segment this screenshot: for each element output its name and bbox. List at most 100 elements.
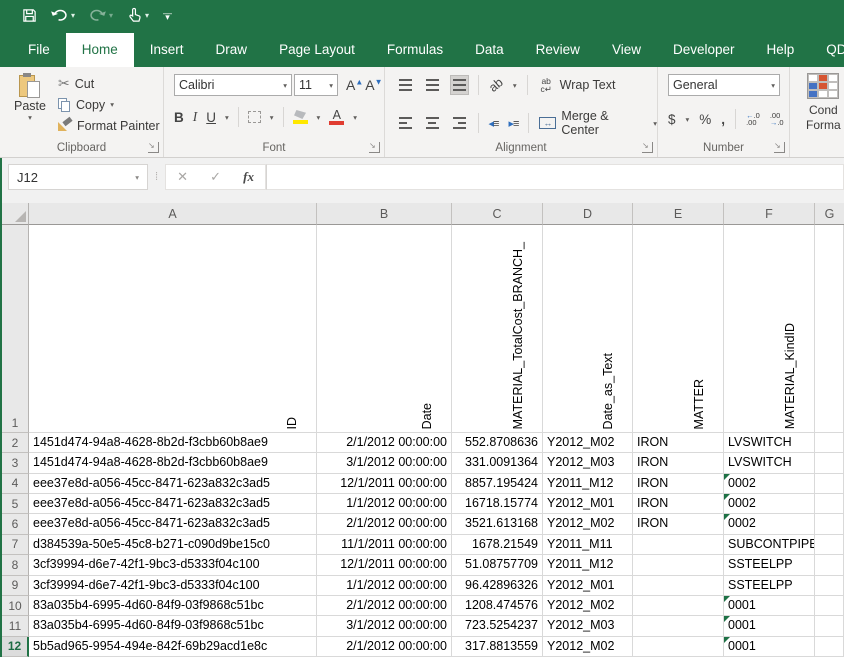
row-header[interactable]: 9 [2,576,29,596]
copy-button[interactable]: Copy ▾ [58,96,160,113]
align-right-button[interactable] [451,114,468,132]
cell[interactable]: 3521.613168 [452,514,543,534]
row-header-1[interactable]: 1 [2,225,29,433]
cell[interactable]: 12/1/2011 00:00:00 [317,474,452,494]
cell[interactable]: 0001 [724,637,815,657]
cell[interactable]: 331.0091364 [452,453,543,473]
row-header[interactable]: 11 [2,616,29,636]
cell[interactable]: SUBCONTPIPE [724,535,815,555]
save-icon[interactable] [22,8,37,23]
borders-icon[interactable] [248,111,261,123]
column-header-e[interactable]: E [633,203,724,225]
cell[interactable]: 1208.474576 [452,596,543,616]
tab-home[interactable]: Home [66,33,134,67]
cell[interactable] [815,494,844,514]
touch-mouse-mode-button[interactable]: ▾ [127,7,149,23]
cell[interactable]: 83a035b4-6995-4d60-84f9-03f9868c51bc [29,596,317,616]
cell[interactable] [815,637,844,657]
percent-style-button[interactable]: % [699,112,711,127]
column-header-g[interactable]: G [815,203,844,225]
cell[interactable]: 0002 [724,514,815,534]
comma-style-button[interactable]: , [721,112,725,127]
cell[interactable] [815,616,844,636]
column-header-a[interactable]: A [29,203,317,225]
font-size-combo[interactable]: 11 ▾ [294,74,338,96]
cell[interactable]: Y2012_M02 [543,514,633,534]
cell[interactable]: LVSWITCH [724,453,815,473]
alignment-dialog-launcher-icon[interactable]: ↘ [642,142,653,153]
font-name-dropdown-icon[interactable]: ▾ [283,81,287,90]
middle-align-button[interactable] [424,76,441,94]
decrease-font-size-button[interactable]: A▼ [365,77,382,93]
name-box[interactable]: J12 ▾ [8,164,148,190]
cell[interactable]: 3cf39994-d6e7-42f1-9bc3-d5333f04c100 [29,555,317,575]
increase-font-size-button[interactable]: A▲ [346,77,363,93]
tab-qdv[interactable]: QDV [810,33,844,67]
select-all-button[interactable] [2,203,29,225]
cell[interactable] [815,535,844,555]
cell[interactable]: IRON [633,453,724,473]
row-header[interactable]: 10 [2,596,29,616]
tab-file[interactable]: File [12,33,66,67]
cell-c1[interactable]: MATERIAL_TotalCost_BRANCH_ [452,225,543,433]
currency-dropdown-icon[interactable]: ▾ [686,115,690,124]
fill-color-dropdown-icon[interactable]: ▾ [317,113,321,122]
decrease-indent-button[interactable]: ◂≡ [489,117,499,130]
row-header[interactable]: 6 [2,514,29,534]
cell[interactable]: IRON [633,494,724,514]
format-painter-button[interactable]: Format Painter [58,117,160,134]
cell[interactable] [815,596,844,616]
column-header-f[interactable]: F [724,203,815,225]
cell[interactable]: 11/1/2011 00:00:00 [317,535,452,555]
cell[interactable]: eee37e8d-a056-45cc-8471-623a832c3ad5 [29,474,317,494]
cell[interactable]: SSTEELPP [724,576,815,596]
cell[interactable]: Y2012_M03 [543,616,633,636]
cell-e1[interactable]: MATTER [633,225,724,433]
cell[interactable]: 1/1/2012 00:00:00 [317,576,452,596]
column-header-b[interactable]: B [317,203,452,225]
increase-indent-button[interactable]: ▸≡ [508,117,518,130]
cell[interactable]: 0002 [724,474,815,494]
cell[interactable]: 552.8708636 [452,433,543,453]
cell[interactable]: 3cf39994-d6e7-42f1-9bc3-d5333f04c100 [29,576,317,596]
customize-qat-icon[interactable]: —▾ [163,11,172,19]
cell[interactable]: LVSWITCH [724,433,815,453]
row-header[interactable]: 7 [2,535,29,555]
column-header-c[interactable]: C [452,203,543,225]
orientation-dropdown-icon[interactable]: ▾ [513,81,517,90]
cell-b1[interactable]: Date [317,225,452,433]
cell[interactable]: Y2011_M12 [543,474,633,494]
tab-formulas[interactable]: Formulas [371,33,459,67]
cell[interactable]: Y2011_M12 [543,555,633,575]
cell[interactable]: 0002 [724,494,815,514]
font-name-combo[interactable]: Calibri ▾ [174,74,292,96]
cell[interactable]: 1678.21549 [452,535,543,555]
cell[interactable] [633,535,724,555]
cell[interactable]: 2/1/2012 00:00:00 [317,637,452,657]
merge-center-button[interactable]: ↔ Merge & Center ▾ [539,109,657,137]
cell[interactable]: Y2012_M02 [543,433,633,453]
tab-draw[interactable]: Draw [200,33,264,67]
font-size-dropdown-icon[interactable]: ▾ [329,81,333,90]
bold-button[interactable]: B [174,110,184,125]
formula-bar-grip[interactable]: ⁞ [148,171,165,183]
cell[interactable]: 96.42896326 [452,576,543,596]
italic-button[interactable]: I [193,109,198,125]
wrap-text-button[interactable]: abc↵ Wrap Text [538,77,616,93]
cell[interactable]: eee37e8d-a056-45cc-8471-623a832c3ad5 [29,514,317,534]
row-header[interactable]: 5 [2,494,29,514]
cell[interactable]: 16718.15774 [452,494,543,514]
cell[interactable]: 2/1/2012 00:00:00 [317,433,452,453]
cell[interactable]: eee37e8d-a056-45cc-8471-623a832c3ad5 [29,494,317,514]
number-dialog-launcher-icon[interactable]: ↘ [774,142,785,153]
cell[interactable] [633,576,724,596]
cell[interactable]: 2/1/2012 00:00:00 [317,596,452,616]
cell[interactable] [633,637,724,657]
tab-help[interactable]: Help [751,33,811,67]
cell[interactable]: d384539a-50e5-45c8-b271-c090d9be15c0 [29,535,317,555]
number-format-combo[interactable]: General ▾ [668,74,780,96]
cell[interactable] [815,576,844,596]
tab-developer[interactable]: Developer [657,33,751,67]
cell-a1[interactable]: ID [29,225,317,433]
cell[interactable]: Y2012_M01 [543,576,633,596]
